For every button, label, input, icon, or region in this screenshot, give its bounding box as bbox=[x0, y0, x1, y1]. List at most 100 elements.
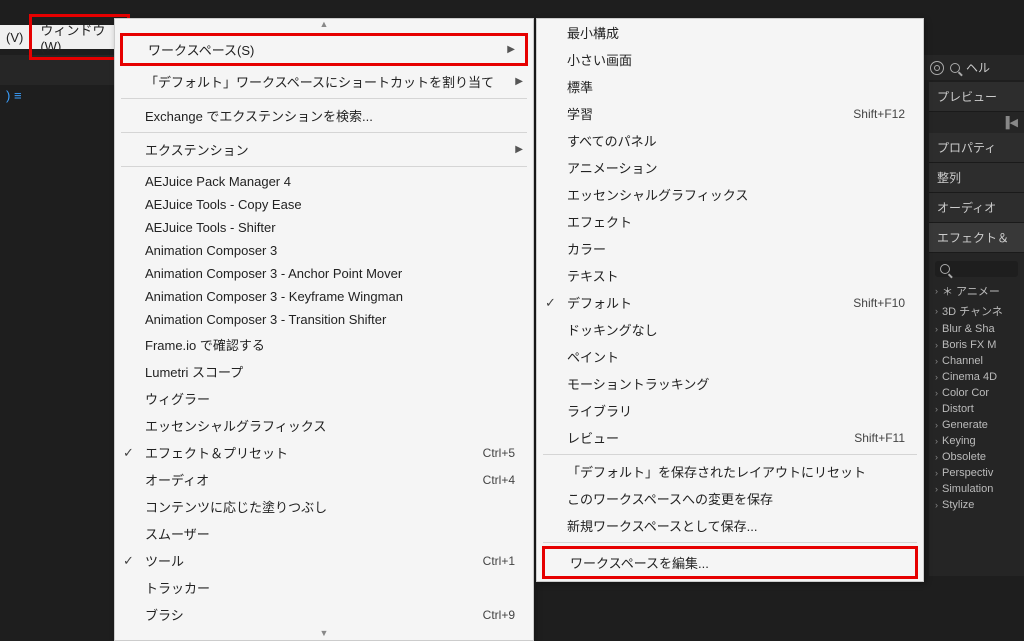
effects-category-row[interactable]: › Generate bbox=[935, 417, 1018, 433]
effects-category-row[interactable]: ›Stylize bbox=[935, 497, 1018, 513]
menu-item-label: コンテンツに応じた塗りつぶし bbox=[145, 497, 515, 516]
workspace-menu-item[interactable]: ライブラリ bbox=[537, 397, 923, 424]
topright-search-text[interactable]: ヘル bbox=[966, 59, 990, 76]
chevron-right-icon: › bbox=[935, 436, 938, 446]
submenu-arrow-icon: ▶ bbox=[515, 76, 523, 87]
menu-item-label: アニメーション bbox=[567, 158, 905, 177]
window-menu-item[interactable]: ✓エフェクト＆プリセットCtrl+5 bbox=[115, 439, 533, 466]
panel-tab[interactable]: オーディオ bbox=[929, 193, 1024, 223]
workspace-menu-item[interactable]: 新規ワークスペースとして保存... bbox=[537, 512, 923, 539]
window-menu-item[interactable]: ブラシCtrl+9 bbox=[115, 601, 533, 628]
workspace-menu-item[interactable]: 「デフォルト」を保存されたレイアウトにリセット bbox=[537, 458, 923, 485]
window-menu-item[interactable]: 「デフォルト」ワークスペースにショートカットを割り当て▶ bbox=[115, 68, 533, 95]
menu-item-label: ペイント bbox=[567, 347, 905, 366]
workspace-menu-item[interactable]: エフェクト bbox=[537, 208, 923, 235]
gear-icon[interactable] bbox=[930, 61, 944, 75]
workspace-menu-item[interactable]: テキスト bbox=[537, 262, 923, 289]
workspace-menu-item[interactable]: モーショントラッキング bbox=[537, 370, 923, 397]
menu-item-label: エフェクト bbox=[567, 212, 905, 231]
panel-tab[interactable]: プレビュー bbox=[929, 82, 1024, 112]
menu-item-label: ブラシ bbox=[145, 605, 483, 624]
effects-search-input[interactable] bbox=[935, 261, 1018, 277]
window-menu-item[interactable]: ウィグラー bbox=[115, 385, 533, 412]
workspace-menu-item[interactable]: ワークスペースを編集... bbox=[542, 546, 918, 579]
window-menu-item[interactable]: AEJuice Pack Manager 4 bbox=[115, 170, 533, 193]
effects-category-row[interactable]: ›Obsolete bbox=[935, 449, 1018, 465]
menu-item-label: ウィグラー bbox=[145, 389, 515, 408]
workspace-menu-item[interactable]: ペイント bbox=[537, 343, 923, 370]
effects-category-row[interactable]: ›Simulation bbox=[935, 481, 1018, 497]
window-menu-item[interactable]: スムーザー bbox=[115, 520, 533, 547]
window-menu-item[interactable]: エクステンション▶ bbox=[115, 136, 533, 163]
effects-category-label: Distort bbox=[942, 403, 974, 415]
window-menu-item[interactable]: コンテンツに応じた塗りつぶし bbox=[115, 493, 533, 520]
scroll-down-arrow-icon[interactable]: ▼ bbox=[115, 628, 533, 640]
workspace-menu-item[interactable]: カラー bbox=[537, 235, 923, 262]
window-menu-item[interactable]: Lumetri スコープ bbox=[115, 358, 533, 385]
workspace-menu-item[interactable]: 学習Shift+F12 bbox=[537, 100, 923, 127]
menu-item-shortcut: Ctrl+5 bbox=[483, 446, 515, 460]
workspace-menu-item[interactable]: 標準 bbox=[537, 73, 923, 100]
effects-category-row[interactable]: › ＊ アニメー bbox=[935, 281, 1018, 301]
workspace-menu-item[interactable]: エッセンシャルグラフィックス bbox=[537, 181, 923, 208]
effects-category-row[interactable]: ›Distort bbox=[935, 401, 1018, 417]
workspace-menu-item[interactable]: 小さい画面 bbox=[537, 46, 923, 73]
window-menu-item[interactable]: Animation Composer 3 - Keyframe Wingman bbox=[115, 285, 533, 308]
menu-item-label: デフォルト bbox=[567, 293, 853, 312]
scroll-up-arrow-icon[interactable]: ▲ bbox=[115, 19, 533, 31]
effects-category-row[interactable]: ›Keying bbox=[935, 433, 1018, 449]
menu-item-label: ライブラリ bbox=[567, 401, 905, 420]
chevron-right-icon: › bbox=[935, 420, 938, 430]
search-icon[interactable] bbox=[950, 63, 960, 73]
window-menu-item[interactable]: ✓ツールCtrl+1 bbox=[115, 547, 533, 574]
workspace-menu-item[interactable]: このワークスペースへの変更を保存 bbox=[537, 485, 923, 512]
chevron-right-icon: › bbox=[935, 286, 938, 296]
effects-category-label: Blur & Sha bbox=[942, 323, 995, 335]
effects-category-label: Generate bbox=[942, 419, 988, 431]
window-menu-item[interactable]: Animation Composer 3 - Transition Shifte… bbox=[115, 308, 533, 331]
preview-controls[interactable]: ▐◀ bbox=[929, 112, 1024, 133]
menu-separator bbox=[121, 98, 527, 99]
menu-item-label: 学習 bbox=[567, 104, 853, 123]
effects-category-label: ＊ アニメー bbox=[942, 283, 1000, 299]
panel-tab[interactable]: 整列 bbox=[929, 163, 1024, 193]
menu-item-label: Animation Composer 3 - Anchor Point Move… bbox=[145, 266, 515, 281]
window-menu-item[interactable]: AEJuice Tools - Copy Ease bbox=[115, 193, 533, 216]
menu-view-fragment[interactable]: (V) bbox=[0, 27, 29, 48]
menu-item-shortcut: Ctrl+9 bbox=[483, 608, 515, 622]
menu-item-label: エクステンション bbox=[145, 140, 515, 159]
effects-category-row[interactable]: ›Perspectiv bbox=[935, 465, 1018, 481]
effects-category-row[interactable]: ›Cinema 4D bbox=[935, 369, 1018, 385]
window-menu-item[interactable]: Animation Composer 3 bbox=[115, 239, 533, 262]
workspace-submenu: 最小構成小さい画面標準学習Shift+F12すべてのパネルアニメーションエッセン… bbox=[536, 18, 924, 582]
menu-separator bbox=[121, 132, 527, 133]
workspace-menu-item[interactable]: レビューShift+F11 bbox=[537, 424, 923, 451]
effects-category-row[interactable]: ›Boris FX M bbox=[935, 337, 1018, 353]
window-menu-item[interactable]: Frame.io で確認する bbox=[115, 331, 533, 358]
effects-category-row[interactable]: ›Channel bbox=[935, 353, 1018, 369]
workspace-menu-item[interactable]: ドッキングなし bbox=[537, 316, 923, 343]
menu-item-label: AEJuice Tools - Shifter bbox=[145, 220, 515, 235]
window-menu-item[interactable]: オーディオCtrl+4 bbox=[115, 466, 533, 493]
topright-bar: ヘル bbox=[924, 55, 1024, 80]
effects-category-row[interactable]: ›Blur & Sha bbox=[935, 321, 1018, 337]
window-menu-item[interactable]: Animation Composer 3 - Anchor Point Move… bbox=[115, 262, 533, 285]
workspace-menu-item[interactable]: すべてのパネル bbox=[537, 127, 923, 154]
workspace-menu-item[interactable]: アニメーション bbox=[537, 154, 923, 181]
workspace-menu-item[interactable]: 最小構成 bbox=[537, 19, 923, 46]
menu-item-label: エフェクト＆プリセット bbox=[145, 443, 483, 462]
effects-category-row[interactable]: ›3D チャンネ bbox=[935, 301, 1018, 321]
window-menu-item[interactable]: トラッカー bbox=[115, 574, 533, 601]
menu-item-label: トラッカー bbox=[145, 578, 515, 597]
window-menu-item[interactable]: Exchange でエクステンションを検索... bbox=[115, 102, 533, 129]
panel-tab[interactable]: プロパティ bbox=[929, 133, 1024, 163]
search-icon bbox=[940, 264, 950, 274]
window-menu-item[interactable]: AEJuice Tools - Shifter bbox=[115, 216, 533, 239]
panel-tab[interactable]: エフェクト＆ bbox=[929, 223, 1024, 253]
workspace-menu-item[interactable]: ✓デフォルトShift+F10 bbox=[537, 289, 923, 316]
window-menu-item[interactable]: ワークスペース(S)▶ bbox=[120, 33, 528, 66]
window-menu-item[interactable]: エッセンシャルグラフィックス bbox=[115, 412, 533, 439]
effects-category-row[interactable]: ›Color Cor bbox=[935, 385, 1018, 401]
effects-category-label: Simulation bbox=[942, 483, 993, 495]
menu-item-label: Animation Composer 3 bbox=[145, 243, 515, 258]
